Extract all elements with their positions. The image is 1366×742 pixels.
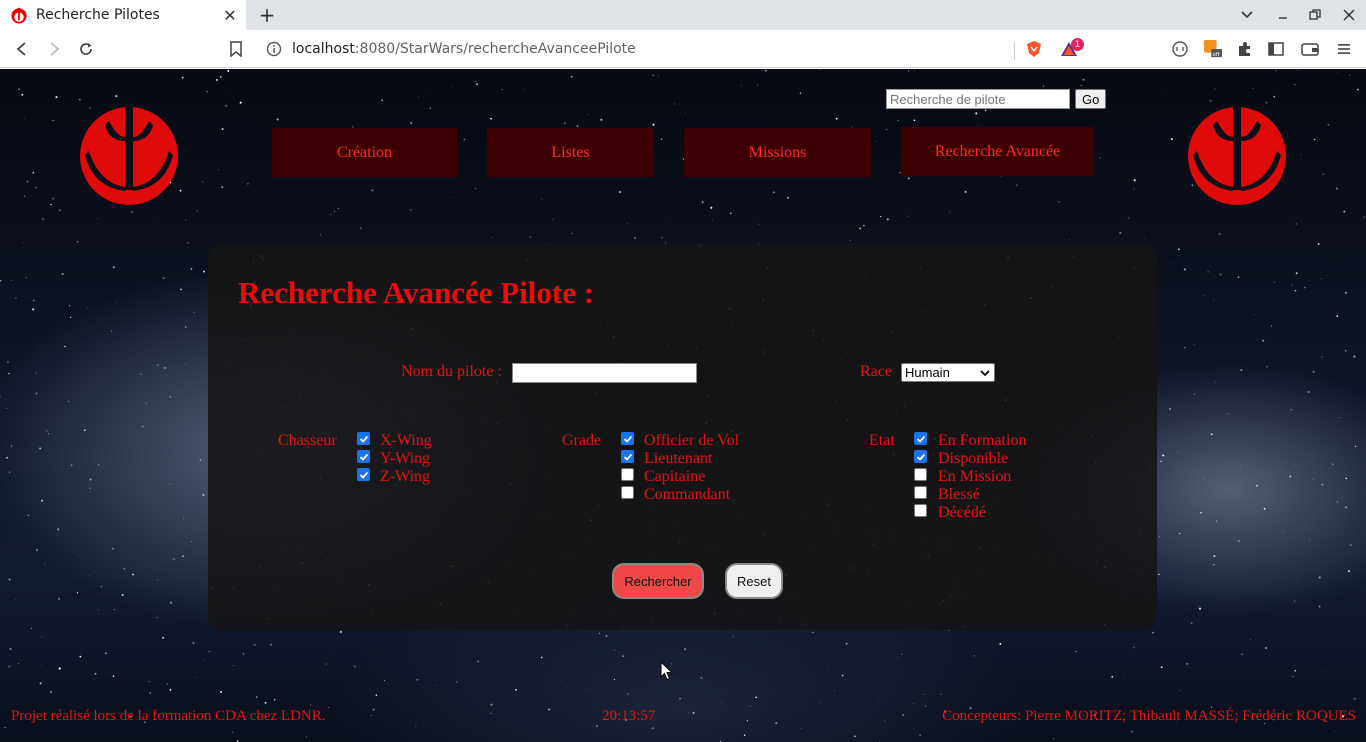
checkbox-capitaine[interactable] xyxy=(621,468,634,481)
checkbox-x-wing[interactable] xyxy=(357,432,370,445)
nav-missions[interactable]: Missions xyxy=(684,128,871,177)
forward-icon[interactable] xyxy=(44,39,64,59)
browser-tabstrip: Recherche Pilotes ✕ + xyxy=(0,0,1366,30)
checkbox-lieutenant[interactable] xyxy=(621,450,634,463)
en-formation-label: En Formation xyxy=(938,432,1027,449)
checkbox-en-formation[interactable] xyxy=(914,432,927,445)
nav-listes[interactable]: Listes xyxy=(487,128,654,177)
rebel-alliance-logo-right xyxy=(1188,106,1286,205)
etat-label: Etat xyxy=(869,432,895,449)
footer-project-text: Projet réalisé lors de la formation CDA … xyxy=(11,708,326,724)
info-icon[interactable] xyxy=(266,41,282,57)
race-label: Race xyxy=(860,363,892,380)
checkbox-disponible[interactable] xyxy=(914,450,927,463)
rewards-badge: 1 xyxy=(1071,38,1084,51)
checkbox-officier-de-vol[interactable] xyxy=(621,432,634,445)
tab-list-chevron-icon[interactable] xyxy=(1237,5,1257,25)
search-form-panel: Recherche Avancée Pilote : Nom du pilote… xyxy=(208,243,1157,630)
chasseur-label: Chasseur xyxy=(278,432,337,449)
header-search: Go xyxy=(886,89,1107,109)
vpn-icon[interactable] xyxy=(1171,40,1189,58)
checkbox-blesse[interactable] xyxy=(914,486,927,499)
pilot-search-input[interactable] xyxy=(886,89,1070,109)
minimize-icon[interactable] xyxy=(1273,5,1293,25)
disponible-label: Disponible xyxy=(938,450,1009,467)
pilot-name-label: Nom du pilote : xyxy=(401,363,502,380)
pilot-name-input[interactable] xyxy=(512,363,697,383)
page-title: Recherche Avancée Pilote : xyxy=(238,275,595,310)
svg-text:off: off xyxy=(1213,52,1220,58)
close-window-icon[interactable] xyxy=(1339,5,1359,25)
close-tab-icon[interactable]: ✕ xyxy=(222,6,238,25)
officier-de-vol-label: Officier de Vol xyxy=(644,432,740,449)
checkbox-commandant[interactable] xyxy=(621,486,634,499)
browser-toolbar: localhost:8080/StarWars/rechercheAvancee… xyxy=(0,30,1366,68)
checkbox-decede[interactable] xyxy=(914,504,927,517)
go-button[interactable]: Go xyxy=(1075,89,1107,109)
lieutenant-label: Lieutenant xyxy=(644,450,713,467)
rechercher-button[interactable]: Rechercher xyxy=(612,563,704,599)
page-body: Go Création Listes Missions Recherche Av… xyxy=(0,69,1366,742)
mouse-cursor-icon xyxy=(660,661,674,681)
tab-title: Recherche Pilotes xyxy=(36,7,160,23)
reset-button[interactable]: Reset xyxy=(725,563,783,599)
x-wing-label: X-Wing xyxy=(380,432,432,449)
brave-shields-icon[interactable] xyxy=(1025,40,1043,58)
grade-label: Grade xyxy=(562,432,602,449)
commandant-label: Commandant xyxy=(644,486,731,503)
back-icon[interactable] xyxy=(12,39,32,59)
chevron-down-icon xyxy=(980,369,990,376)
bookmark-icon[interactable] xyxy=(226,39,246,59)
footer-clock: 20:13:57 xyxy=(602,708,656,724)
nav-recherche-avancee[interactable]: Recherche Avancée xyxy=(901,127,1094,176)
rebel-alliance-logo-left xyxy=(80,103,178,205)
rss-extension-icon[interactable]: off xyxy=(1204,40,1222,58)
y-wing-label: Y-Wing xyxy=(380,450,431,467)
address-bar[interactable]: localhost:8080/StarWars/rechercheAvancee… xyxy=(258,35,1013,63)
restore-icon[interactable] xyxy=(1305,5,1325,25)
capitaine-label: Capitaine xyxy=(644,468,706,485)
z-wing-label: Z-Wing xyxy=(380,468,431,485)
url-text: localhost:8080/StarWars/rechercheAvancee… xyxy=(292,41,636,57)
reload-icon[interactable] xyxy=(76,39,96,59)
browser-tab[interactable]: Recherche Pilotes ✕ xyxy=(0,0,246,30)
blesse-label: Blessé xyxy=(938,486,980,503)
new-tab-icon[interactable]: + xyxy=(256,3,278,27)
wallet-icon[interactable] xyxy=(1301,40,1319,58)
checkbox-y-wing[interactable] xyxy=(357,450,370,463)
decede-label: Décédé xyxy=(938,504,986,521)
extensions-icon[interactable] xyxy=(1236,40,1254,58)
race-selected-value: Humain xyxy=(905,365,950,380)
menu-icon[interactable] xyxy=(1335,40,1353,58)
race-select[interactable]: Humain xyxy=(901,363,995,382)
en-mission-label: En Mission xyxy=(938,468,1012,485)
sidebar-icon[interactable] xyxy=(1267,40,1285,58)
toolbar-divider xyxy=(1014,42,1015,60)
rebel-alliance-favicon-icon xyxy=(11,7,27,24)
checkbox-en-mission[interactable] xyxy=(914,468,927,481)
footer-authors: Concepteurs: Pierre MORITZ; Thibault MAS… xyxy=(942,708,1356,724)
checkbox-z-wing[interactable] xyxy=(357,468,370,481)
nav-creation[interactable]: Création xyxy=(272,128,457,177)
